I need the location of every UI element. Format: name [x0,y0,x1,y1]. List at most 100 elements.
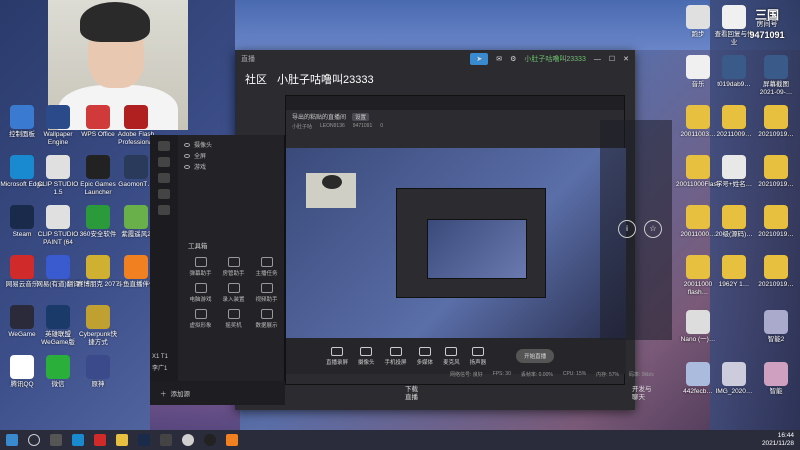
netease-music-icon[interactable] [94,434,106,446]
control-icon [331,346,343,356]
task-view-icon[interactable] [50,434,62,446]
settings-icon[interactable]: ⚙ [510,55,516,63]
steam-icon[interactable] [138,434,150,446]
tool-item[interactable]: 虚拟形象 [184,309,217,329]
edge-icon[interactable] [72,434,84,446]
app-icon [686,310,710,334]
user-icon[interactable] [158,189,170,199]
windows-start-icon[interactable] [6,434,18,446]
plus-icon: ＋ [160,391,167,398]
desktop-file-icon[interactable]: 智能2 [754,310,798,344]
app-icon [86,105,110,129]
tool-item[interactable]: 房管助手 [217,257,250,277]
tool-item[interactable]: 弹幕助手 [184,257,217,277]
search-icon[interactable] [28,434,40,446]
close-icon[interactable]: ✕ [623,55,629,63]
desktop-file-icon[interactable]: 20210919… [754,155,798,189]
eye-icon[interactable] [184,153,190,158]
maximize-icon[interactable]: ☐ [609,55,615,63]
desktop-file-icon[interactable]: Nano (一)… [676,310,720,344]
desktop-file-icon[interactable]: t019dab9… [712,55,756,89]
desktop-file-icon[interactable]: 20210919… [754,255,798,289]
dev-chat-button[interactable]: 开发与 聊天 [632,386,652,402]
app-icon [722,105,746,129]
chat-icon[interactable] [158,157,170,167]
source-control-button[interactable]: 手机投屏 [385,346,407,366]
mail-icon[interactable]: ✉ [496,55,502,63]
star-icon[interactable]: ☆ [644,220,662,238]
add-source-button[interactable]: ＋ 添加源 [150,381,285,405]
desktop-shortcut-icon[interactable]: 微信 [36,355,80,389]
control-icon [360,346,373,356]
tool-item[interactable]: 主播任务 [250,257,283,277]
source-control-button[interactable]: 扬声器 [470,346,486,366]
desktop-file-icon[interactable]: 屏幕截图 2021-09-… [754,55,798,97]
tab-channel[interactable]: 小肚子咕噜叫23333 [277,71,374,87]
tool-icon [194,283,207,293]
desktop-file-icon[interactable]: 20211009… [712,105,756,139]
desktop-shortcut-icon[interactable]: CLIP STUDIO PAINT (64 [36,205,80,247]
app-icon [124,105,148,129]
desktop-file-icon[interactable]: 20级(源码)… [712,205,756,239]
desktop-file-icon[interactable]: IMG_2020… [712,362,756,396]
source-control-button[interactable]: 麦克风 [443,346,460,366]
chrome-icon[interactable] [182,434,194,446]
minimize-icon[interactable]: — [594,56,601,63]
nested-preview-window [396,188,546,298]
tab-community[interactable]: 社区 [245,71,267,87]
source-control-button[interactable]: 摄像头 [358,346,375,366]
desktop-file-icon[interactable]: 20210919… [754,205,798,239]
info-icon[interactable]: i [618,220,636,238]
app-icon [764,255,788,279]
system-clock[interactable]: 16:44 2021/11/28 [762,432,794,448]
search-icon[interactable] [158,141,170,151]
star-icon[interactable] [158,205,170,215]
desktop-file-icon[interactable]: 1962Y 1… [712,255,756,289]
settings-tag[interactable]: 设置 [352,112,370,121]
status-item: 码率: 0kb/s [628,372,654,378]
desktop-file-icon[interactable]: 20210919… [754,105,798,139]
status-item: 丢帧率: 0.00% [520,372,553,378]
app-icon [10,205,34,229]
app-icon [686,255,710,279]
tool-item[interactable]: 视频助手 [250,283,283,303]
desktop-shortcut-icon[interactable]: 原神 [76,355,120,389]
window-controls: ➤ ✉ ⚙ 小肚子咕噜叫23333 — ☐ ✕ [470,53,629,65]
source-control-button[interactable]: 多媒体 [417,346,433,366]
store-icon[interactable] [160,434,172,446]
icon-label: Wallpaper Engine [43,131,73,146]
tool-item[interactable]: 电脑游戏 [184,283,217,303]
folder-icon[interactable] [116,434,128,446]
douyu-icon[interactable] [226,434,238,446]
desktop-shortcut-icon[interactable]: Wallpaper Engine [36,105,80,147]
icon-label: 原神 [91,381,105,388]
tool-item[interactable]: 摇奖机 [217,309,250,329]
tool-icon [227,283,240,293]
app-icon [10,105,34,129]
tool-icon [260,283,273,293]
tool-icon [194,257,207,267]
desktop-file-icon[interactable]: 学号+姓名… [712,155,756,189]
desktop-shortcut-icon[interactable]: CLIP STUDIO 1.5 [36,155,80,197]
icon-label: CLIP STUDIO PAINT (64 [37,231,79,246]
start-live-button[interactable]: 开始直播 [516,349,555,363]
desktop-shortcut-icon[interactable]: 英雄联盟 WeGame版 [36,305,80,347]
send-icon[interactable]: ➤ [470,53,489,65]
app-icon [124,155,148,179]
icon-label: 20211009… [716,131,752,138]
source-control-button[interactable]: 直播录屏 [326,346,348,366]
app-icon [46,205,70,229]
desktop-shortcut-icon[interactable]: 网易(有道)翻译 [36,255,80,289]
tool-item[interactable]: 录入装置 [217,283,250,303]
preview-canvas[interactable] [286,148,626,338]
gift-icon[interactable] [158,173,170,183]
eye-icon[interactable] [184,164,190,169]
desktop-shortcut-icon[interactable]: Cyberpunk快捷方式 [76,305,120,347]
icon-label: 20210919… [758,131,794,138]
obs-icon[interactable] [204,434,216,446]
eye-icon[interactable] [184,142,190,147]
download-button[interactable]: 下载 直播 [405,386,418,402]
desktop-file-icon[interactable]: 智能 [754,362,798,396]
nested-live-window: 导出的粘贴的直播间 设置 小肚子咕 LEON9136 9471091 0 直播录屏 摄像头… [285,95,626,385]
tool-item[interactable]: 数据展示 [250,309,283,329]
